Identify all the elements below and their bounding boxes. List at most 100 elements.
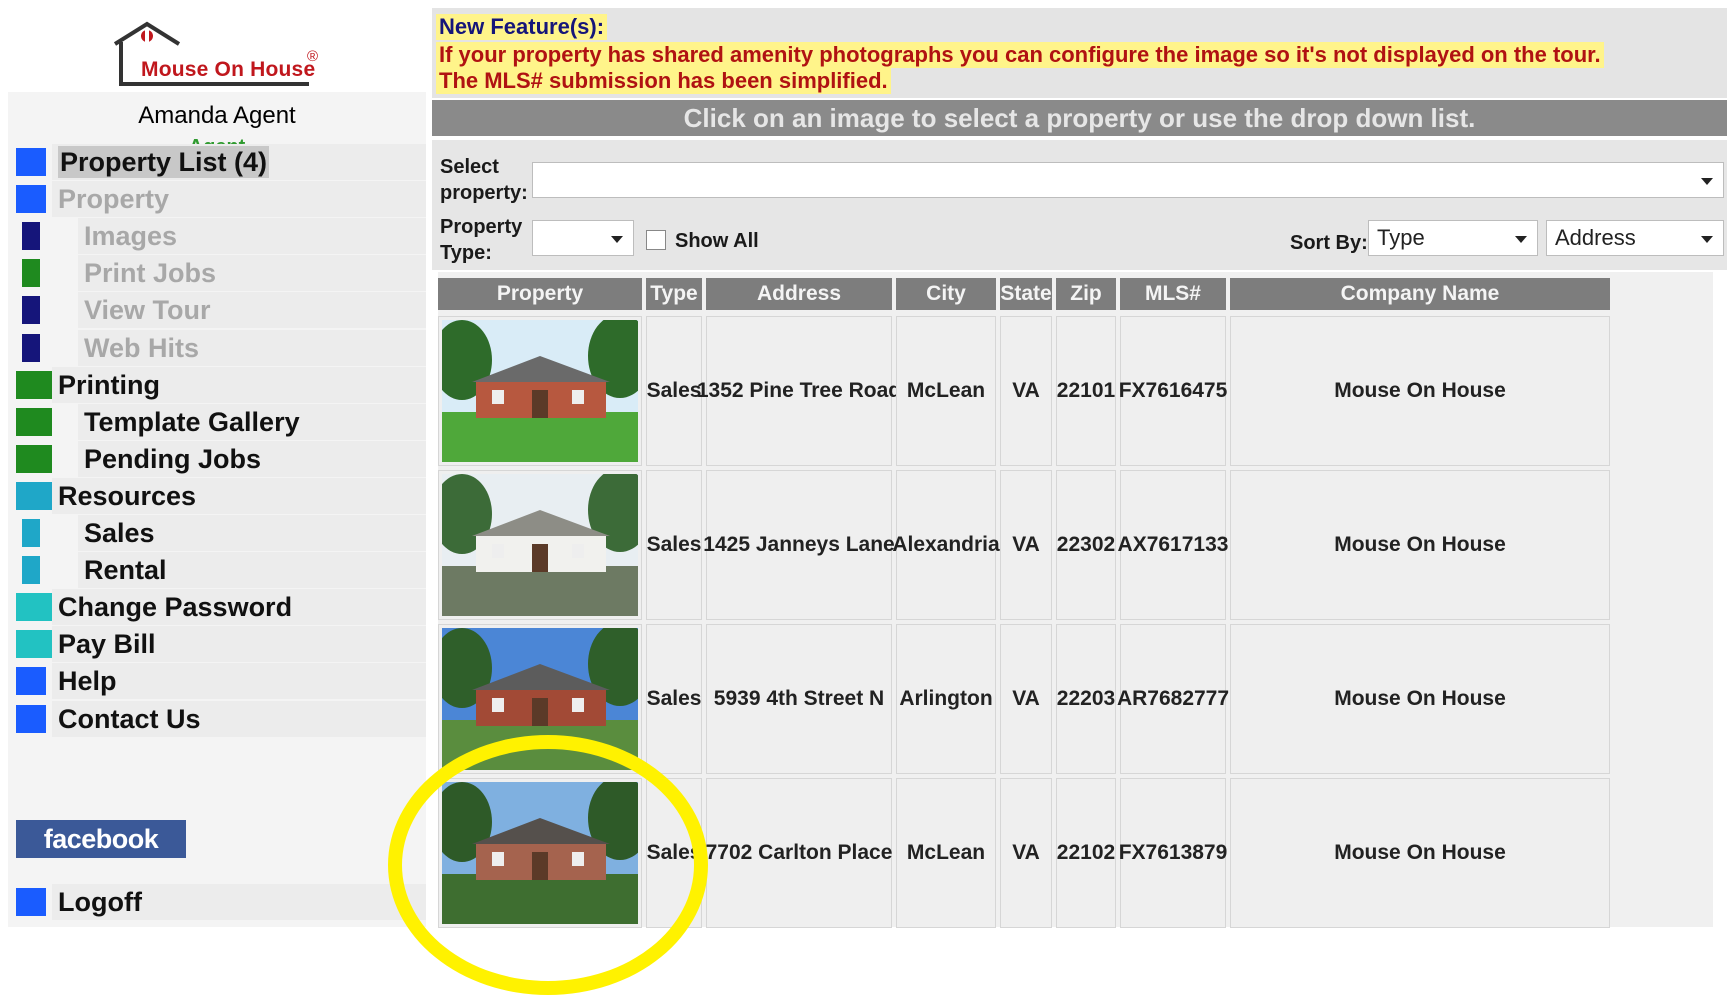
column-header-company-name[interactable]: Company Name: [1230, 278, 1610, 310]
cell-state: VA: [1000, 778, 1052, 928]
cell-address: 5939 4th Street N: [706, 624, 892, 774]
column-header-address[interactable]: Address: [706, 278, 892, 310]
house-photo-icon: [442, 474, 638, 616]
square-icon: [16, 370, 52, 399]
sidebar-item-rental[interactable]: Rental: [16, 552, 426, 589]
square-icon: [22, 259, 40, 288]
property-table: Property Type Address City State Zip MLS# Compa…: [438, 272, 1713, 930]
chevron-down-icon: [1515, 236, 1527, 243]
facebook-button[interactable]: facebook: [16, 820, 186, 858]
cell-zip: 22101: [1056, 316, 1116, 466]
house-photo-icon: [442, 320, 638, 462]
cell-company-name: Mouse On House: [1230, 470, 1610, 620]
cell-address: 1352 Pine Tree Road: [697, 316, 901, 466]
cell-company-name: Mouse On House: [1230, 778, 1610, 928]
table-row[interactable]: Sales 7702 Carlton Place McLean VA 22102 FX76…: [438, 776, 1713, 930]
sidebar-item-help[interactable]: Help: [16, 663, 426, 700]
square-icon: [16, 593, 52, 622]
sort-primary-dropdown[interactable]: Type: [1368, 220, 1538, 256]
cell-address: 1425 Janneys Lane: [703, 470, 895, 620]
square-icon: [22, 556, 40, 585]
table-row[interactable]: Sales 1352 Pine Tree Road McLean VA 22101 FX7…: [438, 314, 1713, 468]
square-icon: [22, 296, 40, 325]
sidebar-item-pay-bill[interactable]: Pay Bill: [16, 626, 426, 663]
sidebar-item-label: Pay Bill: [58, 629, 156, 660]
show-all-checkbox[interactable]: [646, 230, 666, 250]
table-row[interactable]: Sales 5939 4th Street N Arlington VA 22203 AR…: [438, 622, 1713, 776]
chevron-down-icon: [1701, 236, 1713, 243]
sidebar-item-label: Change Password: [58, 592, 293, 623]
sidebar-item-label: Help: [58, 666, 117, 697]
sort-secondary-dropdown[interactable]: Address: [1546, 220, 1724, 256]
sidebar-item-template-gallery[interactable]: Template Gallery: [16, 403, 426, 440]
sidebar-item-label: Template Gallery: [84, 406, 300, 437]
sidebar-item-images[interactable]: Images: [16, 218, 426, 255]
property-type-dropdown[interactable]: [532, 220, 634, 256]
sidebar-item-resources[interactable]: Resources: [16, 477, 426, 514]
sidebar-item-sales[interactable]: Sales: [16, 515, 426, 551]
square-icon: [16, 888, 46, 916]
house-photo-icon: [442, 782, 638, 924]
cell-type: Sales: [646, 316, 702, 466]
cell-zip: 22203: [1056, 624, 1116, 774]
sidebar-item-property-list[interactable]: Property List (4): [16, 144, 426, 180]
sidebar-item-view-tour[interactable]: View Tour: [16, 292, 426, 329]
cell-state: VA: [1000, 470, 1052, 620]
sidebar-item-label: Contact Us: [58, 703, 201, 734]
feature-note-2: The MLS# submission has been simplified.: [436, 68, 891, 94]
square-icon: [16, 630, 52, 659]
user-name: Amanda Agent: [138, 102, 296, 129]
square-icon: [22, 222, 40, 251]
column-header-type[interactable]: Type: [646, 278, 702, 310]
property-photo[interactable]: [438, 624, 642, 774]
sidebar-item-printing[interactable]: Printing: [16, 366, 426, 403]
square-icon: [16, 148, 46, 176]
sidebar-item-label: Images: [84, 221, 178, 252]
sidebar-item-pending-jobs[interactable]: Pending Jobs: [16, 440, 426, 477]
property-photo[interactable]: [438, 470, 642, 620]
sidebar: Mouse On House ® Amanda Agent Agent Prop…: [8, 8, 426, 927]
column-header-city[interactable]: City: [896, 278, 996, 310]
sidebar-item-label: Property: [58, 184, 170, 215]
column-header-mls[interactable]: MLS#: [1120, 278, 1226, 310]
property-photo[interactable]: [438, 316, 642, 466]
logo[interactable]: Mouse On House ®: [113, 20, 333, 94]
cell-company-name: Mouse On House: [1230, 316, 1610, 466]
new-features-title: New Feature(s):: [436, 14, 608, 40]
property-photo[interactable]: [438, 778, 642, 928]
filter-bar: Select property: Property Type: Show All…: [432, 140, 1727, 270]
sort-primary-value: Type: [1377, 225, 1425, 250]
column-header-state[interactable]: State: [1000, 278, 1052, 310]
registered-mark: ®: [307, 48, 319, 65]
sidebar-item-label: Property List (4): [58, 146, 270, 178]
cell-mls: AR7682777: [1117, 624, 1229, 774]
property-type-label-2: Type:: [440, 242, 492, 264]
sidebar-item-web-hits[interactable]: Web Hits: [16, 329, 426, 366]
sidebar-item-label: Print Jobs: [84, 258, 217, 289]
square-icon: [16, 444, 52, 473]
column-header-zip[interactable]: Zip: [1056, 278, 1116, 310]
sidebar-item-logoff[interactable]: Logoff: [16, 884, 426, 920]
chevron-down-icon: [611, 236, 623, 243]
cell-state: VA: [1000, 624, 1052, 774]
feature-note-1: If your property has shared amenity phot…: [436, 42, 1604, 68]
sidebar-item-label: Logoff: [58, 887, 142, 917]
property-type-label: Property: [440, 216, 523, 238]
cell-city: McLean: [896, 778, 996, 928]
square-icon: [16, 185, 46, 214]
sidebar-item-contact-us[interactable]: Contact Us: [16, 700, 426, 737]
sidebar-item-print-jobs[interactable]: Print Jobs: [16, 255, 426, 292]
house-logo-icon: [113, 21, 309, 86]
select-property-dropdown[interactable]: [532, 162, 1724, 198]
sidebar-item-change-password[interactable]: Change Password: [16, 589, 426, 626]
chevron-down-icon: [1701, 178, 1713, 185]
sidebar-item-property[interactable]: Property: [16, 181, 426, 218]
table-row[interactable]: Sales 1425 Janneys Lane Alexandria VA 22302 A…: [438, 468, 1713, 622]
cell-city: McLean: [896, 316, 996, 466]
sidebar-item-label: View Tour: [84, 295, 211, 326]
column-header-property[interactable]: Property: [438, 278, 642, 310]
logo-area: Mouse On House ®: [8, 8, 426, 92]
instruction-banner: Click on an image to select a property o…: [432, 100, 1727, 136]
cell-city: Alexandria: [892, 470, 1000, 620]
cell-mls: AX7617133: [1118, 470, 1228, 620]
